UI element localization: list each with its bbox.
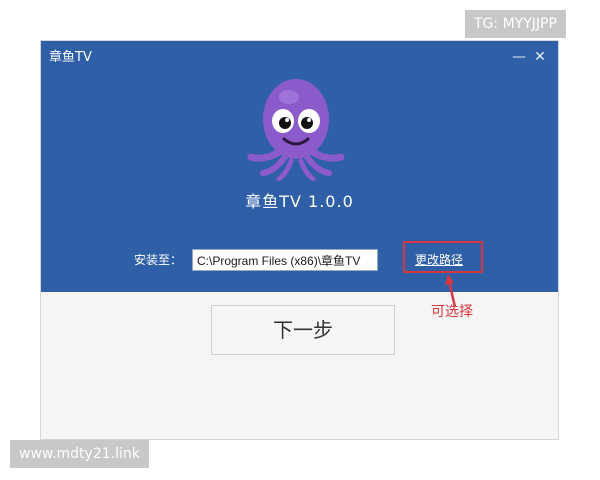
window-title: 章鱼TV xyxy=(49,50,92,65)
annotation-highlight-box xyxy=(403,241,483,273)
octopus-logo-icon xyxy=(247,79,345,181)
minimize-button[interactable]: — xyxy=(510,47,528,67)
annotation-label: 可选择 xyxy=(431,304,473,320)
installer-window: 章鱼TV — ✕ 章鱼TV 1.0.0 安装至： C:\Program File… xyxy=(40,40,559,440)
install-path-input[interactable] xyxy=(192,249,378,271)
watermark-bottom: www.mdty21.link xyxy=(10,440,149,468)
close-button[interactable]: ✕ xyxy=(531,47,549,67)
next-step-button[interactable]: 下一步 xyxy=(211,305,395,355)
app-name-version: 章鱼TV 1.0.0 xyxy=(245,192,354,211)
install-path-label: 安装至： xyxy=(134,253,183,267)
watermark-top: TG: MYYJJPP xyxy=(465,10,566,38)
